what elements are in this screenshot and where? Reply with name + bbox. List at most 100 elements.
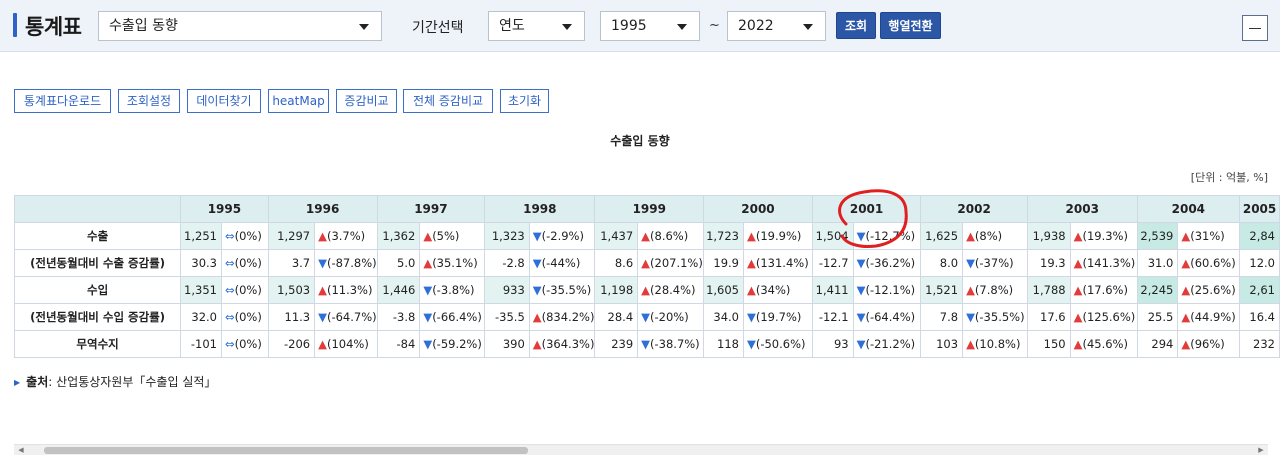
down-arrow-icon: ▼	[532, 283, 542, 297]
value-cell: 2,245	[1136, 276, 1179, 304]
value-cell: 1,351	[180, 276, 222, 304]
value-cell: -3.8	[376, 303, 421, 331]
download-button[interactable]: 통계표다운로드	[14, 89, 111, 113]
change-cell: ▼(-59.2%)	[419, 330, 486, 358]
bullet-triangle-icon: ▶	[14, 378, 21, 387]
change-cell: ▲(10.8%)	[962, 330, 1028, 358]
change-text: (-59.2%)	[432, 337, 482, 351]
value-cell: 1,323	[484, 222, 530, 250]
change-cell: ▲(31%)	[1177, 222, 1241, 250]
change-cell: ▲(8.6%)	[637, 222, 705, 250]
period-unit-select[interactable]: 연도	[488, 11, 585, 41]
up-arrow-icon: ▲	[532, 337, 542, 351]
value-cell: -35.5	[484, 303, 530, 331]
change-text: (-2.9%)	[541, 229, 584, 243]
value-cell: -2.8	[484, 249, 530, 277]
compare-all-button[interactable]: 전체 증감비교	[403, 89, 493, 113]
end-year-select[interactable]: 2022	[727, 11, 826, 41]
change-text: (45.6%)	[1082, 337, 1128, 351]
change-cell: ▲(60.6%)	[1177, 249, 1241, 277]
value-cell: 2,61	[1239, 276, 1280, 304]
change-text: (28.4%)	[650, 283, 696, 297]
value-cell: 1,446	[376, 276, 421, 304]
change-cell: ▼(-87.8%)	[314, 249, 378, 277]
change-cell: ▲(35.1%)	[419, 249, 486, 277]
change-text: (-37%)	[974, 256, 1014, 270]
value-cell: 8.6	[594, 249, 639, 277]
table-row: 수출 1,251 ⇔(0%) 1,297 ▲(3.7%) 1,362 ▲(5%) 1,323 ▼…	[13, 222, 1280, 250]
value-cell: 294	[1136, 330, 1179, 358]
query-button[interactable]: 조회	[836, 12, 876, 39]
value-cell: 31.0	[1136, 249, 1179, 277]
value-cell: 933	[484, 276, 530, 304]
scroll-left-icon[interactable]: ◀	[16, 446, 26, 455]
value-cell: -206	[267, 330, 316, 358]
value-cell: 118	[703, 330, 744, 358]
change-text: (-35.5%)	[974, 310, 1025, 324]
page-title: 통계표	[25, 15, 82, 39]
change-text: (19.9%)	[755, 229, 802, 243]
up-arrow-icon: ▲	[747, 229, 756, 243]
value-cell: 1,605	[703, 276, 744, 304]
change-cell: ▲(44.9%)	[1177, 303, 1241, 331]
change-text: (364.3%)	[541, 337, 595, 351]
equal-arrow-icon: ⇔	[224, 283, 235, 297]
horizontal-scrollbar[interactable]: ◀ ▶	[14, 444, 1268, 455]
scroll-right-icon[interactable]: ▶	[1256, 446, 1266, 455]
year-header: 1997	[376, 195, 486, 223]
year-header: 2004	[1136, 195, 1241, 223]
change-cell: ▼(-3.8%)	[419, 276, 486, 304]
source-text: : 산업통상자원부「수출입 실적」	[48, 375, 217, 389]
start-year-value: 1995	[611, 18, 647, 34]
value-cell: 19.9	[703, 249, 744, 277]
value-cell: 16.4	[1239, 303, 1280, 331]
up-arrow-icon: ▲	[532, 310, 542, 324]
period-label: 기간선택	[412, 20, 464, 36]
up-arrow-icon: ▲	[318, 229, 327, 243]
up-arrow-icon: ▲	[1181, 229, 1191, 243]
change-text: (0%)	[234, 283, 262, 297]
change-text: (19.3%)	[1082, 229, 1128, 243]
value-cell: -84	[376, 330, 421, 358]
down-arrow-icon: ▼	[423, 337, 433, 351]
row-header: 무역수지	[13, 330, 182, 358]
equal-arrow-icon: ⇔	[224, 229, 235, 243]
change-text: (19.7%)	[755, 310, 802, 324]
value-cell: 28.4	[594, 303, 639, 331]
up-arrow-icon: ▲	[1181, 283, 1191, 297]
up-arrow-icon: ▲	[318, 283, 327, 297]
change-cell: ▼(-50.6%)	[743, 330, 813, 358]
scrollbar-thumb[interactable]	[44, 447, 528, 454]
year-header: 1998	[484, 195, 596, 223]
down-arrow-icon: ▼	[747, 337, 756, 351]
change-cell: ▲(25.6%)	[1177, 276, 1241, 304]
settings-button[interactable]: 조회설정	[118, 89, 180, 113]
value-cell: 1,437	[594, 222, 639, 250]
table-row: 무역수지 -101 ⇔(0%) -206 ▲(104%) -84 ▼(-59.2%) 390 ▲…	[13, 330, 1280, 358]
equal-arrow-icon: ⇔	[224, 337, 235, 351]
change-text: (-12.7%)	[865, 229, 916, 243]
minimize-button[interactable]	[1242, 15, 1268, 41]
compare-button[interactable]: 증감비교	[336, 89, 397, 113]
change-cell: ▲(96%)	[1177, 330, 1241, 358]
equal-arrow-icon: ⇔	[224, 310, 235, 324]
value-cell: 1,503	[267, 276, 316, 304]
change-cell: ▲(19.9%)	[743, 222, 813, 250]
find-data-button[interactable]: 데이터찾기	[187, 89, 261, 113]
change-text: (17.6%)	[1082, 283, 1128, 297]
change-text: (44.9%)	[1190, 310, 1236, 324]
value-cell: 1,938	[1026, 222, 1071, 250]
change-text: (0%)	[234, 310, 262, 324]
value-cell: 2,84	[1239, 222, 1280, 250]
table-title: 수출입 동향	[610, 134, 670, 148]
change-text: (207.1%)	[650, 256, 703, 270]
year-header: 2002	[920, 195, 1028, 223]
change-cell: ▼(-35.5%)	[962, 303, 1028, 331]
pivot-button[interactable]: 행열전환	[880, 12, 941, 39]
start-year-select[interactable]: 1995	[600, 11, 700, 41]
change-cell: ▼(-38.7%)	[637, 330, 705, 358]
change-cell: ⇔(0%)	[220, 303, 269, 331]
stat-table-select[interactable]: 수출입 동향	[98, 11, 382, 41]
reset-button[interactable]: 초기화	[500, 89, 549, 113]
heatmap-button[interactable]: heatMap	[268, 89, 329, 113]
